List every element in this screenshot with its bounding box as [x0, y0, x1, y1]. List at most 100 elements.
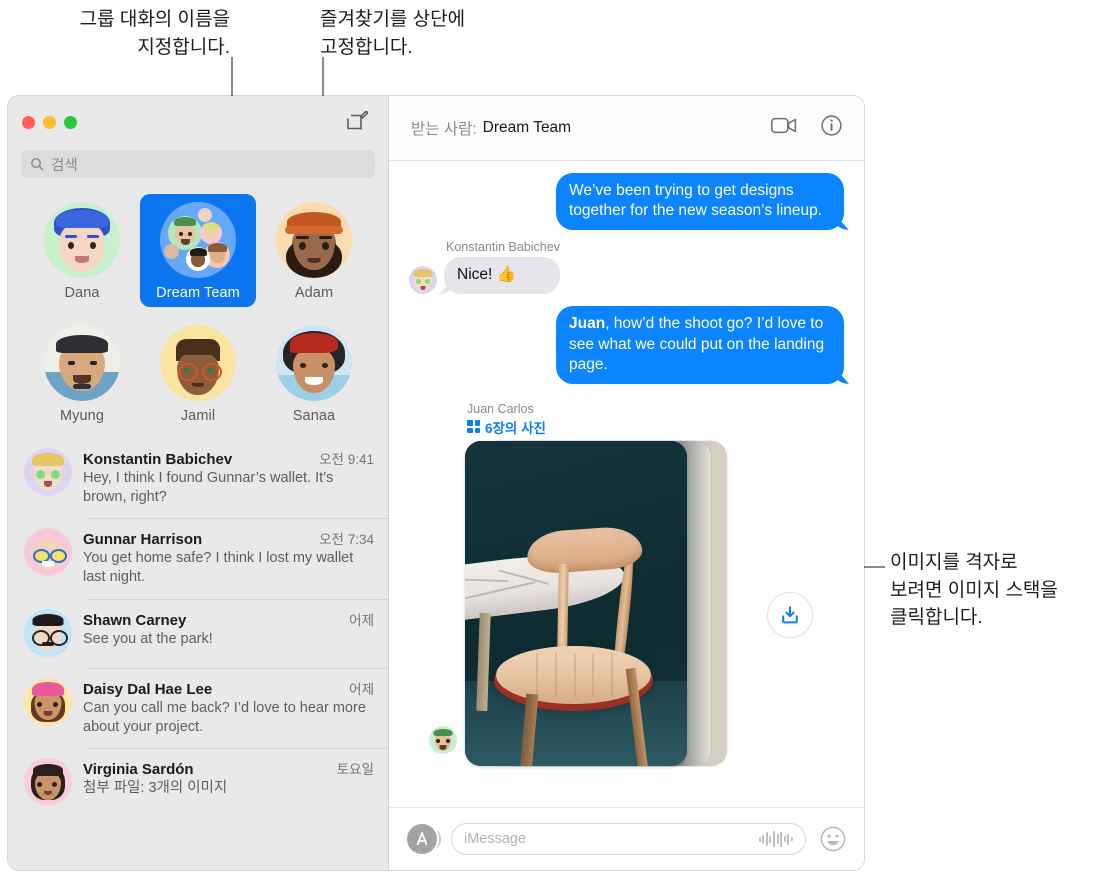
callout-group-name: 그룹 대화의 이름을 지정합니다. [79, 9, 230, 58]
list-item-body: Daisy Dal Hae Lee 어제 Can you call me bac… [83, 678, 374, 737]
video-camera-icon[interactable] [771, 117, 797, 139]
message-input-placeholder: iMessage [464, 831, 527, 847]
recipient-name[interactable]: Dream Team [483, 119, 571, 137]
photo-count-label: 6장의 사진 [485, 420, 546, 436]
pinned-item-adam[interactable]: Adam [256, 194, 372, 307]
sidebar: 검색 Dana Dream Team Adam Myung Jamil Sana… [8, 96, 389, 870]
message-text: , how’d the shoot go? I’d love to see wh… [569, 315, 825, 373]
zoom-button[interactable] [64, 115, 77, 129]
avatar [44, 202, 120, 278]
avatar [24, 608, 72, 657]
message-bubble[interactable]: Juan, how’d the shoot go? I’d love to se… [556, 306, 844, 384]
list-item[interactable]: Gunnar Harrison 오전 7:34 You get home saf… [8, 518, 388, 598]
timestamp: 어제 [349, 681, 374, 697]
pinned-conversations: Dana Dream Team Adam Myung Jamil Sanaa [8, 188, 388, 434]
sender-name: Juan Carlos [467, 401, 534, 416]
timestamp: 오전 9:41 [319, 452, 374, 467]
app-store-icon[interactable] [407, 824, 437, 854]
search-placeholder: 검색 [51, 157, 78, 174]
contact-name: Virginia Sardón [83, 760, 194, 778]
conversation-list: Konstantin Babichev 오전 9:41 Hey, I think… [8, 434, 388, 870]
timestamp: 어제 [349, 612, 374, 628]
list-item[interactable]: Daisy Dal Hae Lee 어제 Can you call me bac… [8, 667, 388, 748]
pinned-item-sanaa[interactable]: Sanaa [256, 317, 372, 430]
photo-stack-block: Juan Carlos 6장의 사진 [409, 398, 844, 766]
search-container: 검색 [8, 148, 388, 188]
download-button[interactable] [767, 591, 813, 638]
message-preview: 첨부 파일: 3개의 이미지 [83, 779, 228, 796]
avatar [24, 528, 72, 577]
list-item[interactable]: Konstantin Babichev 오전 9:41 Hey, I think… [8, 438, 388, 518]
window-controls [22, 115, 77, 129]
search-input[interactable]: 검색 [21, 150, 375, 178]
contact-name: Konstantin Babichev [83, 451, 233, 468]
message-row-outgoing: We’ve been trying to get designs togethe… [409, 173, 844, 231]
message-preview: See you at the park! [83, 630, 213, 647]
sidebar-titlebar [8, 96, 388, 148]
callout-pin-favorites: 즐겨찾기를 상단에 고정합니다. [320, 9, 466, 58]
contact-name: Gunnar Harrison [83, 531, 203, 549]
stacked-photo-front [465, 440, 687, 766]
sender-name: Konstantin Babichev [446, 240, 560, 255]
contact-name: Daisy Dal Hae Lee [83, 680, 213, 698]
header-actions [771, 115, 842, 141]
avatar [276, 325, 352, 401]
list-item-body: Gunnar Harrison 오전 7:34 You get home saf… [83, 528, 374, 587]
list-item-body: Shawn Carney 어제 See you at the park! [83, 609, 374, 657]
pinned-item-myung[interactable]: Myung [24, 317, 140, 430]
list-item[interactable]: Virginia Sardón 토요일 첨부 파일: 3개의 이미지 [8, 747, 388, 817]
message-preview: Can you call me back? I’d love to hear m… [83, 699, 366, 735]
message-preview: You get home safe? I think I lost my wal… [83, 550, 354, 586]
avatar [160, 325, 236, 401]
smiley-icon[interactable] [820, 826, 846, 852]
timestamp: 토요일 [336, 761, 374, 777]
avatar [44, 325, 120, 401]
list-item[interactable]: Shawn Carney 어제 See you at the park! [8, 598, 388, 668]
list-item-body: Virginia Sardón 토요일 첨부 파일: 3개의 이미지 [83, 758, 374, 806]
contact-name: Shawn Carney [83, 611, 187, 629]
pinned-label: Dream Team [156, 285, 240, 301]
grid-icon [467, 420, 480, 434]
search-icon [31, 158, 44, 171]
avatar [24, 677, 72, 726]
message-bubble[interactable]: Nice! 👍 [444, 257, 560, 295]
avatar [409, 266, 437, 295]
avatar [24, 448, 72, 496]
message-preview: Hey, I think I found Gunnar’s wallet. It… [83, 470, 334, 506]
pinned-item-jamil[interactable]: Jamil [140, 317, 256, 430]
conversation-header: 받는 사람: Dream Team [389, 96, 864, 161]
timestamp: 오전 7:34 [319, 532, 374, 548]
photo-count-link[interactable]: 6장의 사진 [467, 417, 844, 437]
message-thread: We’ve been trying to get designs togethe… [389, 161, 864, 807]
list-item-body: Konstantin Babichev 오전 9:41 Hey, I think… [83, 448, 374, 507]
compose-icon[interactable] [346, 111, 368, 133]
message-row-incoming: Konstantin Babichev Nice! 👍 [409, 240, 844, 295]
pinned-label: Dana [64, 285, 100, 301]
pinned-item-dream-team[interactable]: Dream Team [140, 194, 256, 307]
audio-waveform-icon[interactable] [758, 831, 793, 847]
avatar [276, 202, 352, 278]
close-button[interactable] [22, 115, 35, 129]
photo-stack-row [429, 440, 844, 766]
pinned-label: Jamil [180, 408, 216, 424]
pinned-label: Adam [294, 285, 334, 301]
conversation-pane: 받는 사람: Dream Team We’ve been trying to g… [389, 96, 864, 870]
message-input[interactable]: iMessage [451, 823, 806, 855]
pinned-label: Sanaa [292, 408, 336, 424]
composer-bar: iMessage [389, 807, 864, 870]
mention: Juan [569, 315, 606, 333]
callout-image-stack: 이미지를 격자로 보려면 이미지 스택을 클릭합니다. [890, 552, 1058, 629]
minimize-button[interactable] [43, 115, 56, 129]
pinned-item-dana[interactable]: Dana [24, 194, 140, 307]
pinned-label: Myung [59, 408, 105, 424]
message-row-outgoing: Juan, how’d the shoot go? I’d love to se… [409, 306, 844, 384]
info-circle-icon[interactable] [821, 115, 842, 141]
messages-window: 검색 Dana Dream Team Adam Myung Jamil Sana… [8, 96, 864, 870]
avatar [429, 725, 457, 754]
avatar-group [160, 202, 236, 278]
download-icon [782, 606, 798, 624]
message-bubble[interactable]: We’ve been trying to get designs togethe… [556, 173, 844, 231]
recipient-label: 받는 사람: [411, 121, 477, 138]
avatar [24, 757, 72, 806]
image-stack[interactable] [429, 440, 727, 766]
